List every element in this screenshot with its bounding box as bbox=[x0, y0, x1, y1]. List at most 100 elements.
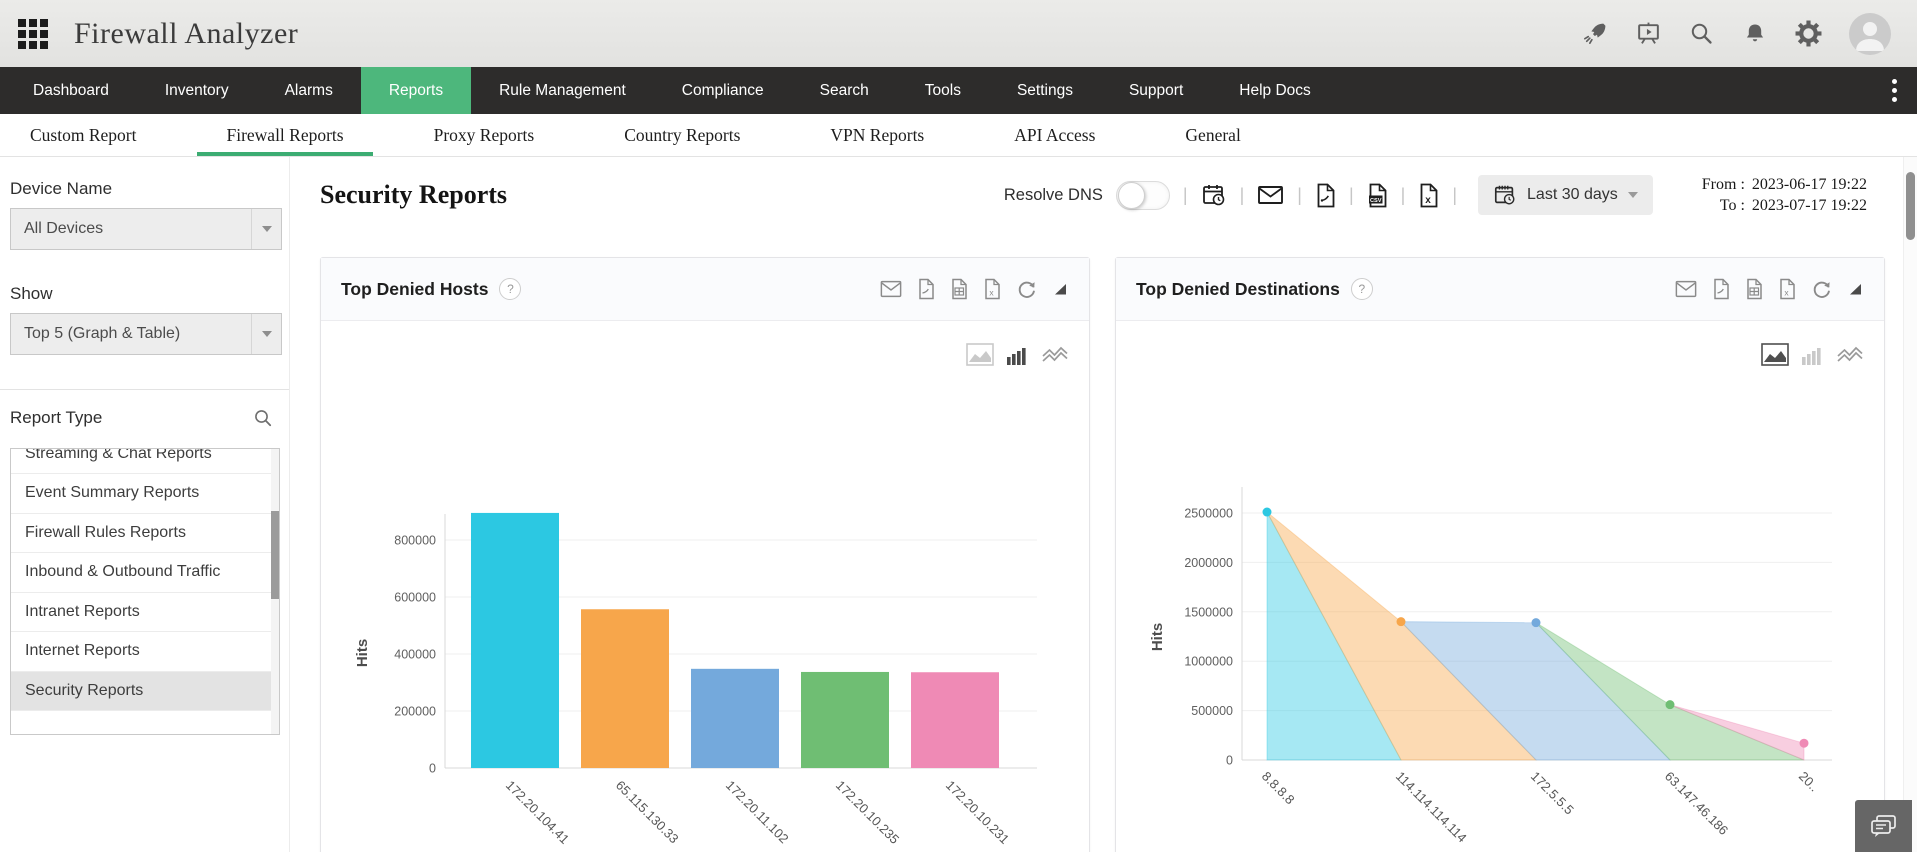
nav-item-reports[interactable]: Reports bbox=[360, 67, 472, 114]
svg-text:Hits: Hits bbox=[354, 639, 371, 667]
presentation-icon[interactable] bbox=[1635, 20, 1662, 47]
report-toolbar: Security Reports Resolve DNS | | | | CSV… bbox=[320, 169, 1867, 221]
show-select-value: Top 5 (Graph & Table) bbox=[24, 325, 181, 342]
sidebar-item-firewall-rules-reports[interactable]: Firewall Rules Reports bbox=[11, 514, 279, 554]
to-value: 2023-07-17 19:22 bbox=[1751, 196, 1867, 214]
denied-hosts-bar-chart: 0 200000 400000 600000 800000 172.20.104.41 65… bbox=[321, 381, 1091, 852]
list-scrollbar-thumb[interactable] bbox=[271, 511, 279, 599]
sidebar-divider bbox=[0, 389, 289, 390]
svg-text:1500000: 1500000 bbox=[1184, 605, 1233, 619]
nav-item-help-docs[interactable]: Help Docs bbox=[1211, 67, 1339, 114]
tab-custom-report[interactable]: Custom Report bbox=[0, 114, 181, 156]
tab-country-reports[interactable]: Country Reports bbox=[579, 114, 785, 156]
feedback-chat-button[interactable] bbox=[1855, 800, 1912, 852]
tab-general[interactable]: General bbox=[1140, 114, 1285, 156]
detach-icon[interactable] bbox=[1847, 281, 1864, 298]
topbar-icon-group bbox=[1581, 12, 1891, 55]
refresh-icon[interactable] bbox=[1811, 279, 1832, 300]
email-icon[interactable] bbox=[880, 280, 902, 298]
svg-text:0: 0 bbox=[429, 762, 436, 776]
nav-item-compliance[interactable]: Compliance bbox=[654, 67, 792, 114]
email-icon[interactable] bbox=[1675, 280, 1697, 298]
device-select[interactable]: All Devices bbox=[10, 208, 282, 250]
chevron-down-icon bbox=[1627, 192, 1638, 198]
svg-text:172.20.10.235: 172.20.10.235 bbox=[833, 778, 902, 847]
sidebar-item-inbound-outbound-traffic[interactable]: Inbound & Outbound Traffic bbox=[11, 553, 279, 593]
area-chart-icon[interactable] bbox=[1761, 343, 1789, 366]
from-value: 2023-06-17 19:22 bbox=[1751, 175, 1867, 193]
svg-text:200000: 200000 bbox=[394, 705, 436, 719]
nav-item-search[interactable]: Search bbox=[792, 67, 897, 114]
top-denied-hosts-card: Top Denied Hosts ? x 0 200000 400000 600… bbox=[320, 257, 1090, 852]
sidebar-item-streaming-chat-reports[interactable]: Streaming & Chat Reports bbox=[11, 449, 279, 475]
pdf-icon[interactable] bbox=[1315, 183, 1336, 208]
separator: | bbox=[1182, 184, 1188, 205]
top-denied-destinations-card: Top Denied Destinations ? x 0 500000 100… bbox=[1115, 257, 1885, 852]
nav-item-support[interactable]: Support bbox=[1101, 67, 1211, 114]
firewall-analyzer-app: Firewall Analyzer Dashboard Inventory Al… bbox=[0, 0, 1917, 852]
line-chart-icon[interactable] bbox=[1837, 345, 1864, 365]
top-header: Firewall Analyzer bbox=[0, 0, 1917, 67]
spreadsheet-icon[interactable] bbox=[950, 278, 968, 300]
sidebar-item-security-reports[interactable]: Security Reports bbox=[11, 671, 279, 712]
sidebar-item-internet-reports[interactable]: Internet Reports bbox=[11, 632, 279, 672]
detach-icon[interactable] bbox=[1052, 281, 1069, 298]
nav-item-dashboard[interactable]: Dashboard bbox=[0, 67, 137, 114]
nav-item-tools[interactable]: Tools bbox=[897, 67, 989, 114]
tab-firewall-reports[interactable]: Firewall Reports bbox=[181, 114, 388, 156]
gear-icon[interactable] bbox=[1795, 20, 1822, 47]
area-chart-icon[interactable] bbox=[966, 343, 994, 366]
pdf-icon[interactable] bbox=[917, 278, 935, 300]
nav-item-settings[interactable]: Settings bbox=[989, 67, 1101, 114]
svg-text:CSV: CSV bbox=[1370, 197, 1382, 203]
pdf-icon[interactable] bbox=[1712, 278, 1730, 300]
help-icon[interactable]: ? bbox=[499, 278, 522, 300]
tab-proxy-reports[interactable]: Proxy Reports bbox=[389, 114, 580, 156]
excel-icon[interactable]: x bbox=[1418, 183, 1439, 208]
apps-grid-icon[interactable] bbox=[18, 18, 48, 49]
separator: | bbox=[1239, 184, 1245, 205]
overflow-menu-icon[interactable] bbox=[1871, 67, 1917, 114]
report-type-label: Report Type bbox=[10, 408, 103, 427]
tab-api-access[interactable]: API Access bbox=[969, 114, 1140, 156]
chevron-down-icon[interactable] bbox=[251, 209, 281, 249]
svg-text:x: x bbox=[1784, 288, 1789, 298]
schedule-calendar-icon[interactable] bbox=[1201, 182, 1227, 208]
bar-chart-icon[interactable] bbox=[1801, 344, 1825, 366]
show-select[interactable]: Top 5 (Graph & Table) bbox=[10, 313, 282, 355]
svg-text:172.5.5.5: 172.5.5.5 bbox=[1528, 769, 1577, 818]
spreadsheet-icon[interactable] bbox=[1745, 278, 1763, 300]
time-period-select[interactable]: Last 30 days bbox=[1478, 175, 1653, 215]
help-icon[interactable]: ? bbox=[1350, 278, 1373, 300]
report-type-search-icon[interactable] bbox=[253, 408, 273, 428]
excel-icon[interactable]: x bbox=[1778, 278, 1796, 300]
email-icon[interactable] bbox=[1257, 184, 1284, 206]
page-scrollbar-thumb[interactable] bbox=[1906, 172, 1915, 240]
line-chart-icon[interactable] bbox=[1042, 345, 1069, 365]
nav-item-rule-management[interactable]: Rule Management bbox=[471, 67, 654, 114]
bell-icon[interactable] bbox=[1742, 21, 1768, 47]
chevron-down-icon[interactable] bbox=[251, 314, 281, 354]
bar-chart-icon[interactable] bbox=[1006, 344, 1030, 366]
separator: | bbox=[1400, 184, 1406, 205]
main-content: Security Reports Resolve DNS | | | | CSV… bbox=[290, 157, 1917, 852]
excel-icon[interactable]: x bbox=[983, 278, 1001, 300]
to-label: To : bbox=[1719, 196, 1745, 214]
sidebar-item-intranet-reports[interactable]: Intranet Reports bbox=[11, 593, 279, 633]
svg-text:400000: 400000 bbox=[394, 648, 436, 662]
nav-item-inventory[interactable]: Inventory bbox=[137, 67, 257, 114]
refresh-icon[interactable] bbox=[1016, 279, 1037, 300]
svg-text:x: x bbox=[989, 288, 994, 298]
show-label: Show bbox=[10, 284, 53, 303]
svg-text:500000: 500000 bbox=[1191, 704, 1233, 718]
nav-item-alarms[interactable]: Alarms bbox=[257, 67, 361, 114]
svg-text:x: x bbox=[1426, 195, 1432, 206]
sidebar-item-event-summary-reports[interactable]: Event Summary Reports bbox=[11, 474, 279, 514]
resolve-dns-label: Resolve DNS bbox=[1003, 185, 1103, 204]
user-avatar[interactable] bbox=[1849, 12, 1891, 55]
csv-icon[interactable]: CSV bbox=[1367, 183, 1388, 208]
resolve-dns-toggle[interactable] bbox=[1115, 180, 1170, 210]
rocket-icon[interactable] bbox=[1581, 20, 1608, 47]
tab-vpn-reports[interactable]: VPN Reports bbox=[785, 114, 969, 156]
search-icon[interactable] bbox=[1689, 21, 1715, 47]
